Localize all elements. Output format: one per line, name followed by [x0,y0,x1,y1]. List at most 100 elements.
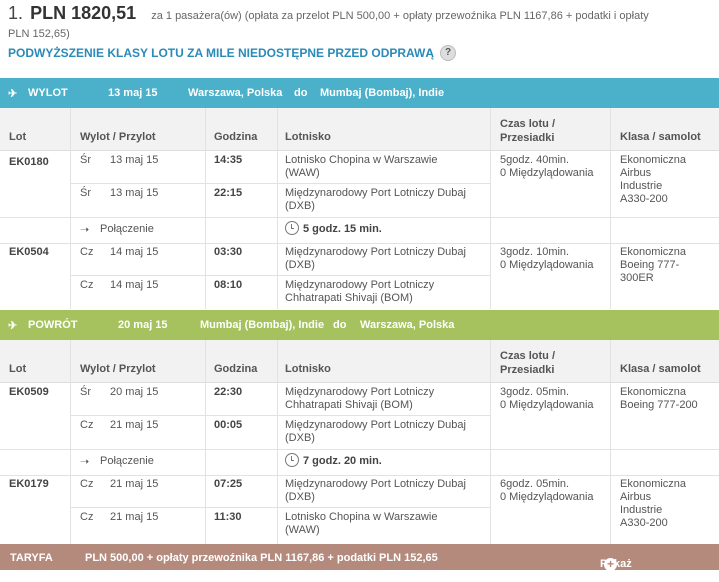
col-klasa: Klasa / samolot [620,131,701,143]
cabin-class: Ekonomiczna [620,386,687,398]
col-wylot: Wylot / Przylot [80,131,156,143]
dep-airport-code: (DXB) [285,491,315,503]
arr-airport: Lotnisko Chopina w Warszawie [285,511,438,523]
col-wylot: Wylot / Przylot [80,363,156,375]
arr-airport: Międzynarodowy Port Lotniczy [285,279,435,291]
arr-day: Śr [80,187,91,199]
cabin-class: Ekonomiczna [620,478,687,490]
divider [70,275,490,276]
fare-text: PLN 500,00 + opłaty przewoźnika PLN 1167… [85,552,438,564]
grid-line [490,108,491,309]
arr-day: Cz [80,419,94,431]
outbound-to: Mumbaj (Bombaj), Indie [320,87,445,99]
dep-date: 13 maj 15 [110,154,159,166]
grid-line [277,108,278,309]
dep-time: 07:25 [214,478,243,490]
price-description: za 1 pasażera(ów) (opłata za przelot PLN… [151,10,649,22]
return-date: 20 maj 15 [118,319,168,331]
dep-time: 22:30 [214,386,243,398]
return-column-header: Lot Wylot / Przylot Godzina Lotnisko Cza… [0,340,719,383]
flight-duration: 6godz. 05min. [500,478,570,490]
arr-day: Cz [80,511,94,523]
grid-line [205,340,206,544]
divider [70,507,490,508]
grid-line [490,340,491,544]
arr-airport: Międzynarodowy Port Lotniczy Dubaj [285,419,466,431]
flight-stops: 0 Międzylądowania [500,167,594,179]
flight-number: EK0504 [9,246,49,258]
aircraft: Airbus [620,167,652,179]
dep-date: 20 maj 15 [110,386,159,398]
flight-row: EK0504 Cz 14 maj 15 03:30 Międzynarodowy… [0,243,719,309]
aircraft: Airbus [620,491,652,503]
return-to: Warszawa, Polska [360,319,455,331]
arr-date: 13 maj 15 [110,187,159,199]
dep-airport-code: (WAW) [285,167,320,179]
col-lot: Lot [9,131,27,143]
flight-row: EK0179 Cz 21 maj 15 07:25 Międzynarodowy… [0,475,719,541]
cabin-class: Ekonomiczna [620,246,687,258]
fare-summary: 1. PLN 1820,51 za 1 pasażera(ów) (opłata… [8,2,718,61]
dep-time: 03:30 [214,246,243,258]
arr-time: 22:15 [214,187,243,199]
flight-stops: 0 Międzylądowania [500,259,594,271]
arr-airport-code: (DXB) [285,200,315,212]
flight-row: EK0509 Śr 20 maj 15 22:30 Międzynarodowy… [0,383,719,449]
col-czas: Czas lotu / [500,350,556,362]
arr-date: 21 maj 15 [110,419,159,431]
dep-day: Cz [80,478,94,490]
return-band: ✈ POWRÓT 20 maj 15 Mumbaj (Bombaj), Indi… [0,310,719,340]
connection-row: ➝ Połączenie 7 godz. 20 min. [0,449,719,475]
divider [0,475,719,476]
dep-date: 21 maj 15 [110,478,159,490]
flight-row: EK0180 Śr 13 maj 15 14:35 Lotnisko Chopi… [0,151,719,217]
upgrade-notice: PODWYŻSZENIE KLASY LOTU ZA MILE NIEDOSTĘ… [8,46,435,60]
aircraft-cont: Industrie [620,180,663,192]
connection-arrow-icon: ➝ [80,224,90,236]
grid-line [205,108,206,309]
col-przesiadki: Przesiadki [500,132,555,144]
col-godzina: Godzina [214,363,258,375]
flight-number: EK0509 [9,386,49,398]
flight-duration: 5godz. 40min. [500,154,570,166]
arr-day: Cz [80,279,94,291]
flight-duration: 3godz. 10min. [500,246,570,258]
arr-airport-code: Chhatrapati Shivaji (BOM) [285,292,413,304]
clock-icon [285,221,303,235]
grid-line [70,340,71,544]
aircraft-model: A330-200 [620,517,668,529]
dep-airport: Międzynarodowy Port Lotniczy [285,386,435,398]
return-to-word: do [333,319,347,331]
flight-number: EK0179 [9,478,49,490]
divider [70,183,490,184]
grid-line [610,108,611,309]
col-klasa: Klasa / samolot [620,363,701,375]
result-index: 1. [8,3,24,23]
grid-line [610,340,611,544]
clock-icon [285,453,303,467]
help-icon[interactable]: ? [440,45,457,61]
outbound-date: 13 maj 15 [108,87,158,99]
flight-stops: 0 Międzylądowania [500,399,594,411]
grid-line [70,108,71,309]
fare-footer: TARYFA PLN 500,00 + opłaty przewoźnika P… [0,544,719,582]
aircraft-cont: 300ER [620,272,654,284]
outbound-label: WYLOT [28,87,68,99]
divider [0,449,719,450]
aircraft: Boeing 777- [620,259,680,271]
plus-icon[interactable]: + [604,558,617,571]
arr-time: 00:05 [214,419,243,431]
dep-date: 14 maj 15 [110,246,159,258]
grid-line [277,340,278,544]
aircraft: Boeing 777-200 [620,399,698,411]
arr-time: 11:30 [214,511,242,523]
col-lot: Lot [9,363,27,375]
cabin-class: Ekonomiczna [620,154,687,166]
arr-date: 21 maj 15 [110,511,159,523]
dep-airport: Lotnisko Chopina w Warszawie [285,154,438,166]
connection-arrow-icon: ➝ [80,456,90,468]
col-lotnisko: Lotnisko [285,363,331,375]
arr-airport-code: (DXB) [285,432,315,444]
col-godzina: Godzina [214,131,258,143]
arr-airport-code: (WAW) [285,524,320,536]
